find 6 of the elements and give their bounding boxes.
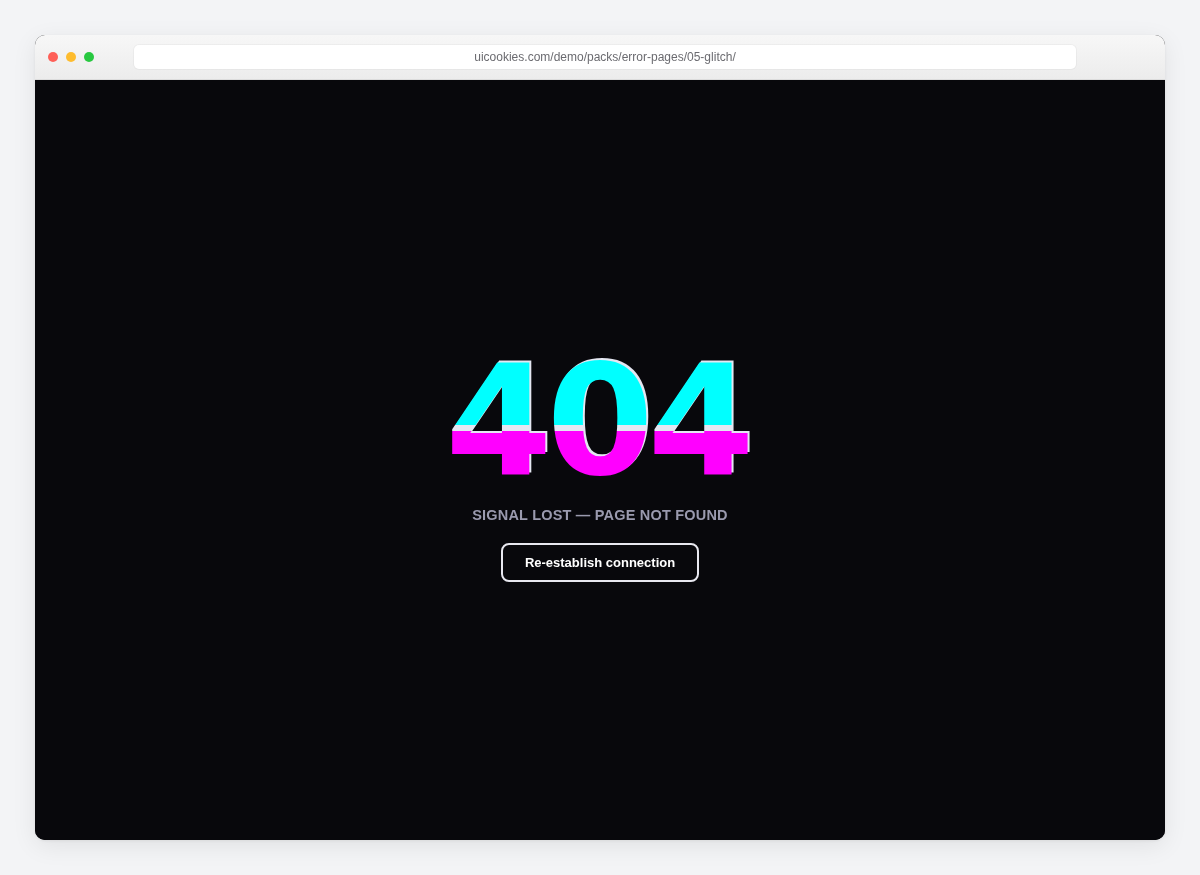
reconnect-button[interactable]: Re-establish connection — [500, 543, 700, 583]
error-message: SIGNAL LOST — PAGE NOT FOUND — [472, 507, 728, 524]
close-icon[interactable] — [48, 52, 58, 62]
address-bar[interactable]: uicookies.com/demo/packs/error-pages/05-glitch/ — [134, 45, 1076, 69]
maximize-icon[interactable] — [84, 52, 94, 62]
minimize-icon[interactable] — [66, 52, 76, 62]
